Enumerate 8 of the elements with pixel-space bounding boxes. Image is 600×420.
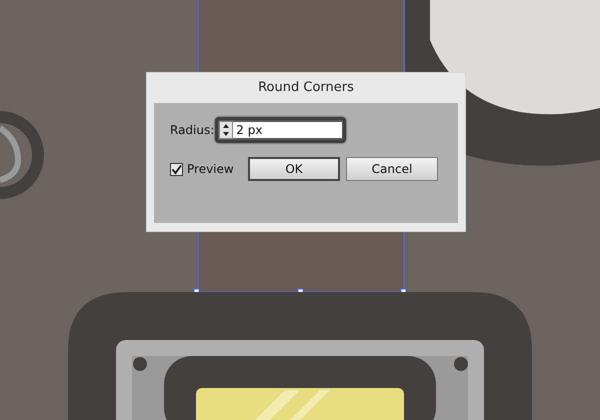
dialog-button[interactable]: Cancel (346, 157, 438, 181)
radius-field[interactable]: 2 px (215, 117, 346, 143)
radius-label: Radius: (170, 123, 214, 137)
spinner-arrows-icon[interactable] (219, 121, 234, 139)
checkmark-icon (171, 164, 182, 174)
dialog-title: Round Corners (257, 79, 355, 97)
preview-checkbox[interactable]: Preview (170, 162, 248, 176)
dialog-button[interactable]: OK (248, 157, 340, 181)
